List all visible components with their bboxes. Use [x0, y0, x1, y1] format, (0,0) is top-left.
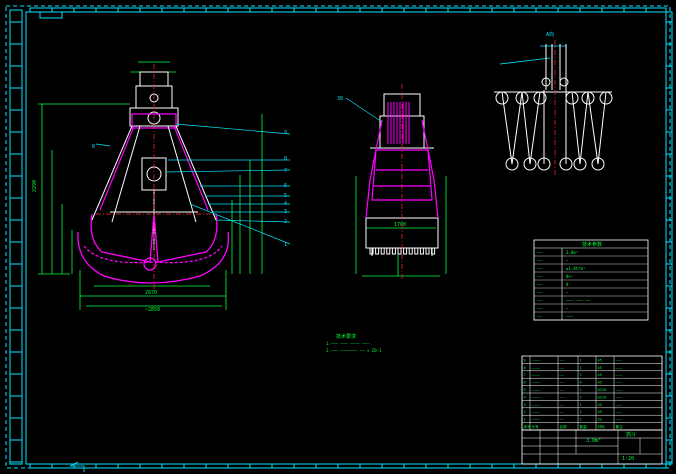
bom-cell-code: ———— [532, 366, 541, 370]
bom-cell-note: ——— [616, 410, 623, 414]
leader-number: 6 [284, 183, 287, 189]
callout-left: 8 [92, 144, 95, 150]
detail-title: A向 [546, 31, 554, 38]
leader-number: 1 [284, 242, 287, 248]
bom-cell-mat: 45 [598, 373, 602, 377]
leader-number: 3 [284, 209, 287, 215]
bom-cell-qty: 1 [580, 358, 582, 362]
bom-cell-mat: 45 [598, 410, 602, 414]
spec-row-value: ——— ——— —— [566, 298, 591, 303]
spec-row-key: —— [537, 314, 542, 319]
title-drawing-no: 3.0m³ [586, 438, 601, 444]
spec-row-value: 3.0m³ [566, 250, 578, 255]
spec-row-value: ——— [566, 314, 574, 319]
spec-row-key: —— [537, 290, 542, 295]
spec-row-key: —— [537, 266, 542, 271]
bom-cell-no: 序号 [524, 424, 532, 429]
bom-cell-note: ——— [616, 373, 623, 377]
title-scale: 1:20 [622, 456, 634, 462]
bom-cell-no: 8 [524, 366, 526, 370]
bom-cell-no: 5 [524, 388, 526, 392]
dim-bottom-outer: ~2850 [145, 307, 160, 313]
spec-row-value: 8×— [566, 274, 574, 279]
bom-cell-qty: 4 [580, 381, 582, 385]
bom-cell-note: ——— [616, 403, 623, 407]
leader-number: 8 [284, 156, 287, 162]
bom-cell-mat: ZG [598, 418, 602, 422]
spec-row-key: —— [537, 306, 542, 311]
bom-cell-mat: Q235 [598, 388, 607, 392]
bom-cell-qty: 2 [580, 410, 582, 414]
bom-cell-no: 1 [524, 418, 526, 422]
bom-cell-mat: 45 [598, 366, 602, 370]
callout-center: 30 [337, 96, 343, 102]
title-drawing-name: 抓斗 [626, 431, 636, 438]
spec-row-key: —— [537, 274, 542, 279]
spec-row-key: —— [537, 282, 542, 287]
bom-cell-code: ———— [532, 403, 541, 407]
cad-drawing-canvas: 2290 2670 ~2850 987654321 8 1700 30 A向 技… [0, 0, 676, 474]
bom-cell-qty: 2 [580, 395, 582, 399]
bom-cell-name: 名称 [560, 424, 568, 429]
bom-cell-note: ——— [616, 358, 623, 362]
bom-cell-mat: 45 [598, 403, 602, 407]
spec-row-key: —— [537, 250, 542, 255]
bom-cell-mat: Q235 [598, 395, 607, 399]
notes-title: 技术要求 [336, 333, 356, 340]
leader-number: 5 [284, 193, 287, 199]
bom-cell-note: ——— [616, 388, 623, 392]
bom-cell-code: ———— [532, 358, 541, 362]
bom-cell-qty: 1 [580, 403, 582, 407]
bom-cell-no: 7 [524, 373, 526, 377]
bom-cell-no: 9 [524, 358, 526, 362]
dim-bottom-inner: 2670 [145, 290, 157, 296]
bom-cell-mat: 材料 [598, 424, 606, 429]
bom-cell-note: ——— [616, 381, 623, 385]
bom-cell-note: ——— [616, 366, 623, 370]
bom-cell-code: ———— [532, 395, 541, 399]
spec-row-key: —— [537, 258, 542, 263]
bom-cell-qty: 1 [580, 366, 582, 370]
leader-number: 4 [284, 201, 287, 207]
bom-cell-mat: 45 [598, 358, 602, 362]
bom-cell-code: 代号 [532, 424, 540, 429]
bom-cell-no: 2 [524, 410, 526, 414]
spec-row-value: ≤1.8t/m³ [566, 266, 585, 271]
leader-number: 7 [284, 168, 287, 174]
drawing-background [0, 0, 676, 474]
leader-number: 9 [284, 130, 287, 136]
bom-cell-code: ———— [532, 418, 541, 422]
leader-number: 2 [284, 219, 287, 225]
bom-cell-code: ———— [532, 373, 541, 377]
bom-cell-code: ———— [532, 410, 541, 414]
spec-table-title: 技术参数 [582, 241, 602, 248]
bom-cell-code: ———— [532, 381, 541, 385]
bom-cell-qty: 1 [580, 388, 582, 392]
dim-center-bottom: 1700 [394, 222, 406, 228]
bom-cell-qty: 数量 [580, 424, 588, 429]
bom-cell-code: ———— [532, 388, 541, 392]
bom-cell-note: ——— [616, 395, 623, 399]
bom-cell-no: 3 [524, 403, 526, 407]
notes-line-2: 2.——— ——————— —— × ZQ-1 [326, 348, 382, 353]
bom-cell-mat: 45 [598, 381, 602, 385]
bom-cell-no: 4 [524, 395, 526, 399]
bom-cell-qty: 2 [580, 373, 582, 377]
bom-cell-note: 备注 [616, 424, 624, 429]
bom-cell-qty: 2 [580, 418, 582, 422]
spec-row-key: —— [537, 298, 542, 303]
dim-left-height: 2290 [32, 180, 38, 192]
bom-cell-no: 6 [524, 381, 526, 385]
bom-cell-note: ——— [616, 418, 623, 422]
notes-line-1: 1.——— ——— ———— ——— [326, 341, 370, 346]
